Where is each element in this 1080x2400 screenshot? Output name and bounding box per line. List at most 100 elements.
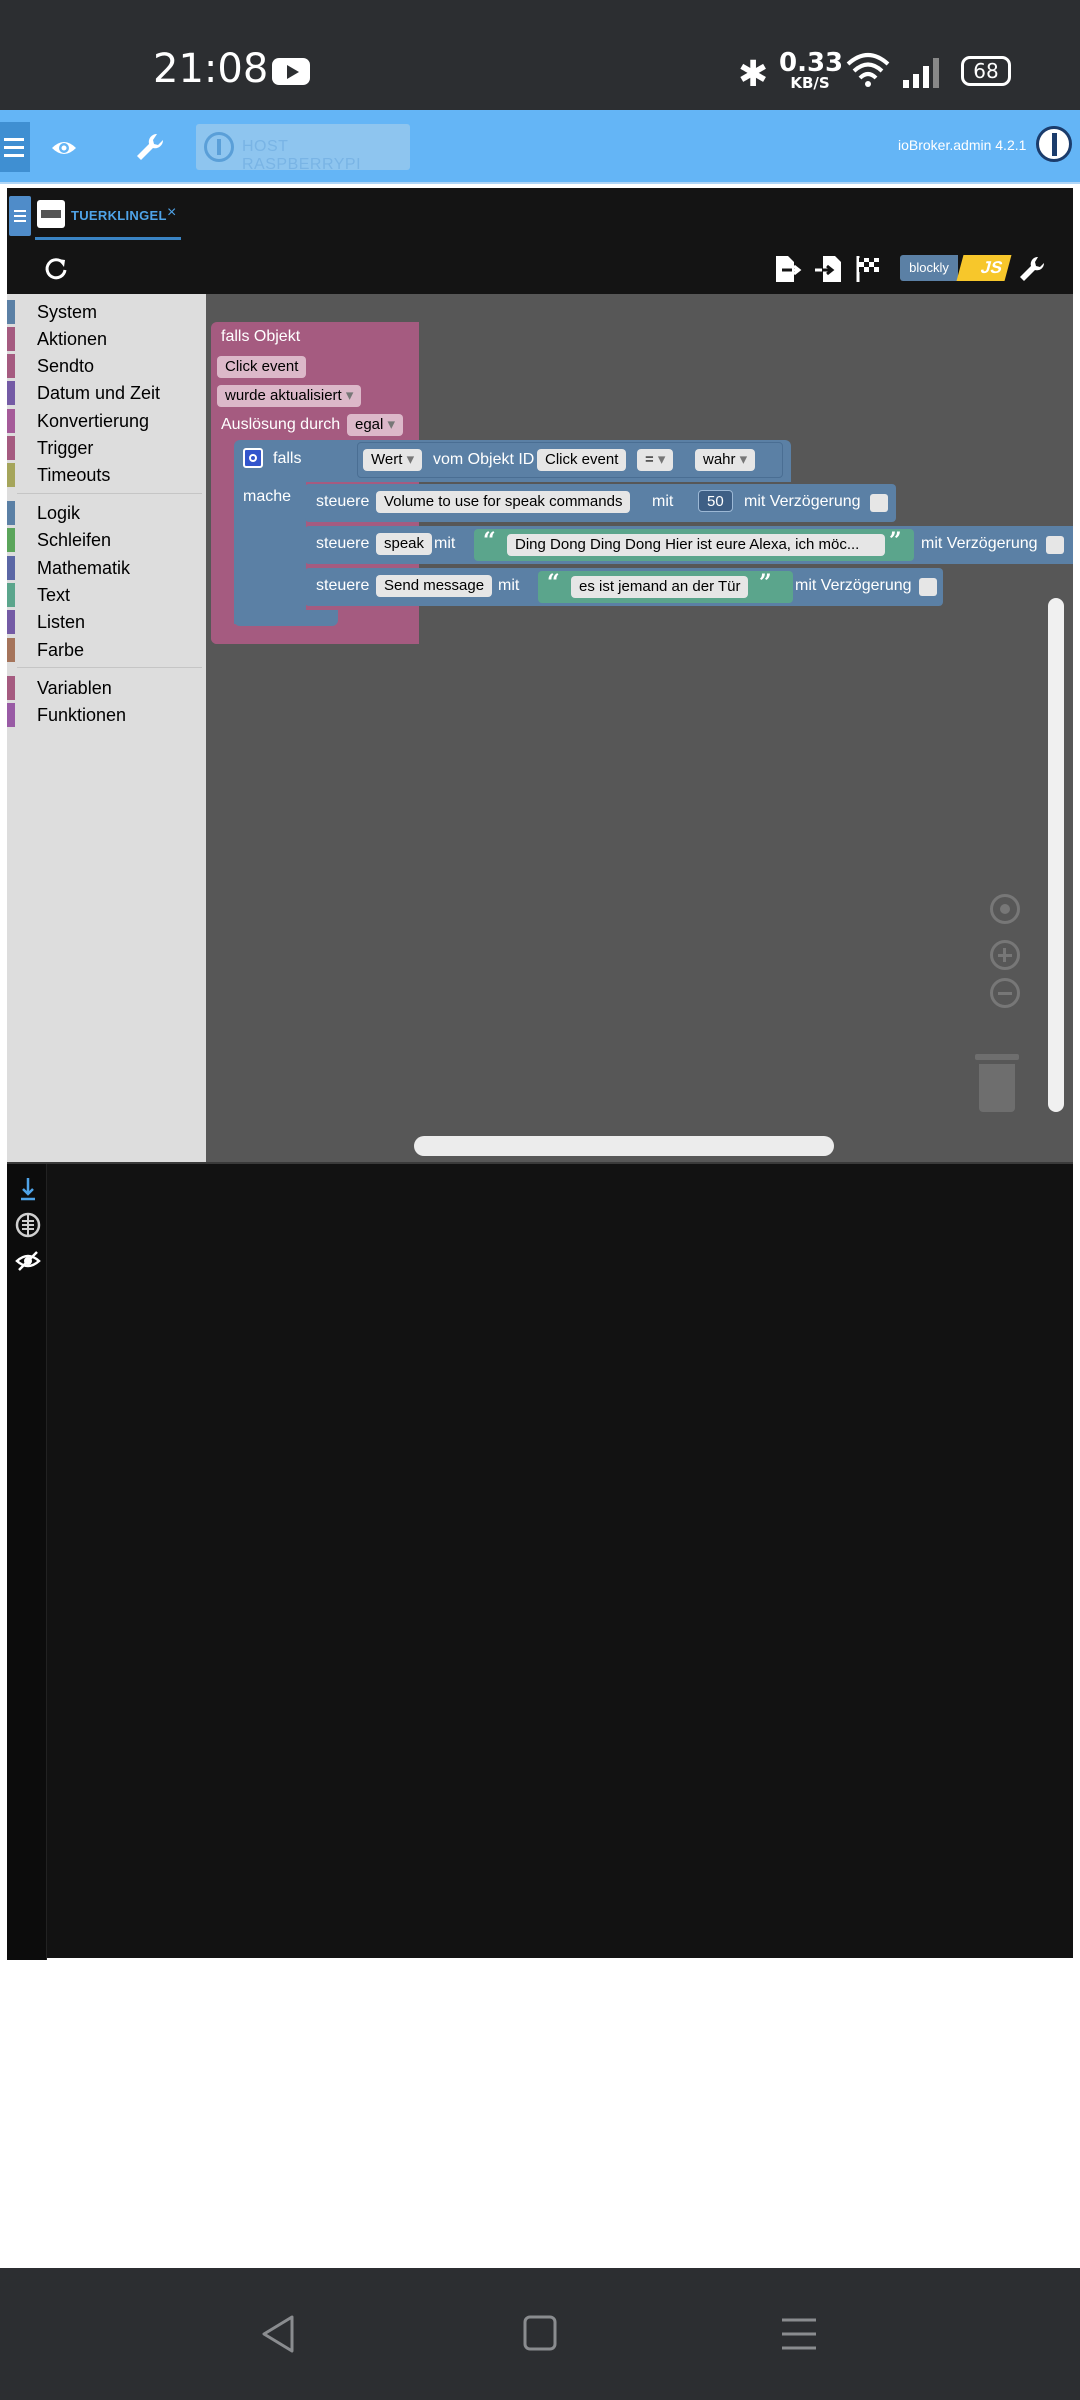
refresh-icon[interactable] [43,256,69,282]
toolbox-item-listen[interactable]: Listen [7,608,206,634]
js-label: JS [956,255,1012,281]
blockly-workspace[interactable]: System Aktionen Sendto Datum und Zeit Ko… [7,294,1073,1162]
toolbox-item-system[interactable]: System [7,298,206,324]
toolbox-item-konvertierung[interactable]: Konvertierung [7,407,206,433]
close-quote-icon: ” [759,570,772,596]
category-color [7,436,15,460]
navigation-bar [0,2268,1080,2400]
toolbox-item-sendto[interactable]: Sendto [7,352,206,378]
wrench-icon[interactable] [133,130,167,164]
menu-icon[interactable] [0,122,30,172]
host-selector[interactable]: HOST RASPBERRYPI [196,124,410,173]
zoom-in-icon[interactable] [990,940,1020,970]
center-target-icon[interactable] [990,894,1020,924]
zoom-out-icon[interactable] [990,978,1020,1008]
export-icon[interactable] [772,254,802,284]
toolbox-item-datum-und-zeit[interactable]: Datum und Zeit [7,379,206,405]
delay-checkbox[interactable] [870,494,888,512]
action-number-field[interactable]: 50 [698,490,733,512]
action-delay-label: mit Verzögerung [921,535,1038,552]
trigger-condition-dropdown[interactable]: wurde aktualisiert [217,385,362,407]
category-color [7,381,15,405]
horizontal-scrollbar[interactable] [414,1136,834,1156]
app-header: HOST RASPBERRYPI ioBroker.admin 4.2.1 [0,110,1080,184]
do-label: mache [243,488,292,505]
open-quote-icon: “ [547,570,560,596]
recents-icon[interactable] [779,2316,819,2352]
toolbox-item-text[interactable]: Text [7,581,206,607]
clear-log-icon[interactable] [15,1212,41,1238]
toolbox-item-farbe[interactable]: Farbe [7,636,206,662]
action-with-label: mit [652,493,674,510]
toolbox-item-mathematik[interactable]: Mathematik [7,554,206,580]
trigger-title: falls Objekt [221,328,301,345]
trigger-by-label: Auslösung durch [221,416,341,433]
operator-dropdown[interactable]: = [637,449,674,471]
tab-label: TUERKLINGEL [71,208,167,223]
back-icon[interactable] [260,2313,296,2355]
category-color [7,463,15,487]
toolbox: System Aktionen Sendto Datum und Zeit Ko… [7,294,206,1162]
toolbox-item-variablen[interactable]: Variablen [7,674,206,700]
version-label: ioBroker.admin 4.2.1 [898,137,1027,153]
gear-icon[interactable] [243,448,263,468]
iobroker-icon [204,132,234,162]
script-editor: TUERKLINGEL × blockly JS System Aktionen… [7,188,1073,1960]
screen: 21:08 ✱ 0.33 KB/S 68 HOST RASPBERRYPI io… [0,0,1080,2400]
action-target-field[interactable]: speak [376,533,433,555]
tab-tuerklingel[interactable]: TUERKLINGEL × [35,196,181,240]
category-color [7,610,15,634]
status-bar: 21:08 ✱ 0.33 KB/S 68 [0,0,1080,110]
message-text-field[interactable]: es ist jemand an der Tür [571,576,749,598]
delay-checkbox[interactable] [919,578,937,596]
category-color [7,327,15,351]
toolbox-item-funktionen[interactable]: Funktionen [7,701,206,727]
compare-object-field[interactable]: Click event [537,449,627,471]
compare-value-dropdown[interactable]: wahr [695,449,756,471]
action-delay-label: mit Verzögerung [744,493,861,510]
hide-icon[interactable] [15,1248,41,1274]
toolbox-item-trigger[interactable]: Trigger [7,434,206,460]
category-color [7,556,15,580]
home-icon[interactable] [522,2314,558,2352]
category-color [7,300,15,324]
action-target-field[interactable]: Send message [376,575,493,597]
settings-wrench-icon[interactable] [1017,254,1047,284]
action-target-field[interactable]: Volume to use for speak commands [376,491,631,513]
scripts-menu-icon[interactable] [9,196,31,236]
eye-icon[interactable] [50,134,78,162]
toolbox-separator [17,493,202,494]
action-with-label: mit [498,577,520,594]
iobroker-logo-icon[interactable] [1036,126,1072,162]
blockly-js-toggle[interactable]: blockly JS [900,255,1012,281]
vertical-scrollbar[interactable] [1048,598,1064,1112]
blockly-label: blockly [900,255,958,281]
action-control-label: steuere [316,493,370,510]
delay-checkbox[interactable] [1046,536,1064,554]
scroll-down-icon[interactable] [15,1176,41,1202]
speak-text-field[interactable]: Ding Dong Ding Dong Hier ist eure Alexa,… [507,534,885,556]
category-color [7,676,15,700]
close-icon[interactable]: × [167,204,176,222]
battery-icon: 68 [961,56,1011,86]
category-color [7,354,15,378]
host-label: HOST RASPBERRYPI [242,138,362,173]
import-icon[interactable] [813,254,843,284]
toolbox-item-timeouts[interactable]: Timeouts [7,461,206,487]
flag-icon[interactable] [853,254,883,284]
signal-icon [903,58,939,88]
status-time: 21:08 [153,46,269,92]
toolbox-item-logik[interactable]: Logik [7,499,206,525]
toolbox-item-schleifen[interactable]: Schleifen [7,526,206,552]
category-color [7,583,15,607]
toolbox-item-aktionen[interactable]: Aktionen [7,325,206,351]
category-color [7,528,15,552]
trigger-object-field[interactable]: Click event [217,356,307,378]
trigger-by-dropdown[interactable]: egal [347,414,404,436]
trash-icon[interactable] [975,1054,1019,1112]
category-color [7,409,15,433]
youtube-icon [272,58,310,85]
log-sidebar [7,1164,47,1960]
bluetooth-icon: ✱ [738,54,769,95]
value-dropdown[interactable]: Wert [363,449,423,471]
